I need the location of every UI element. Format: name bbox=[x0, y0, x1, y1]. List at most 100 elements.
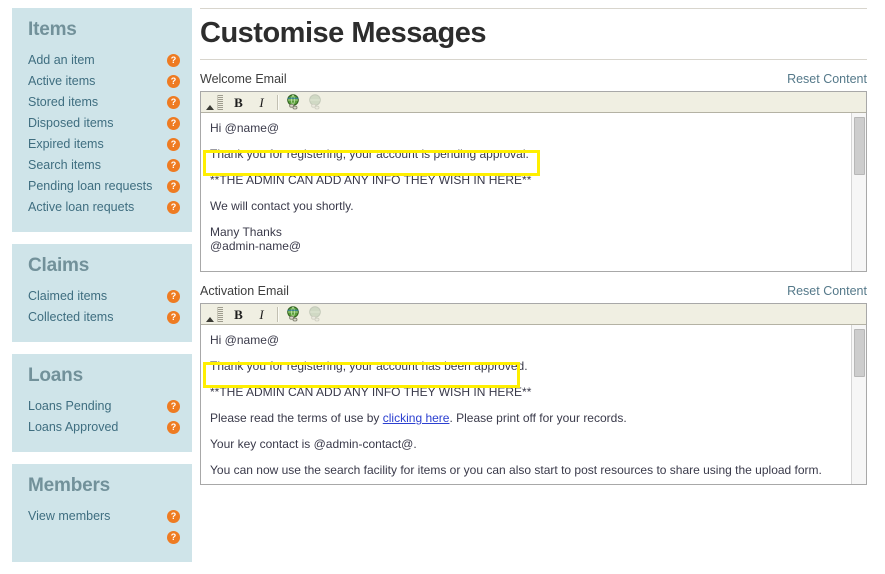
welcome-email-editor[interactable]: B I Hi @name@ Thank you for registering,… bbox=[200, 91, 867, 273]
toolbar-drag-grip[interactable] bbox=[217, 94, 223, 110]
message-line: You can now use the search facility for … bbox=[210, 463, 822, 478]
sidebar-section-title: Loans bbox=[28, 364, 83, 386]
unlink-icon bbox=[307, 305, 325, 323]
sidebar-item-claimed-items[interactable]: Claimed items ? bbox=[28, 286, 180, 307]
unlink-icon bbox=[307, 93, 325, 111]
scrollbar-thumb[interactable] bbox=[854, 329, 865, 378]
sidebar-section-loans: Loans Loans Pending ? Loans Approved ? bbox=[12, 353, 192, 452]
help-icon[interactable]: ? bbox=[167, 179, 180, 193]
help-icon[interactable]: ? bbox=[167, 310, 180, 324]
sidebar-item-loans-approved[interactable]: Loans Approved ? bbox=[28, 417, 180, 438]
sidebar-item-disposed-items[interactable]: Disposed items ? bbox=[28, 113, 180, 134]
sidebar-item-active-items[interactable]: Active items ? bbox=[28, 71, 180, 92]
activation-email-header: Activation Email Reset Content bbox=[200, 284, 867, 298]
help-icon[interactable]: ? bbox=[167, 95, 180, 109]
sidebar-item-truncated[interactable]: ? bbox=[28, 527, 180, 548]
italic-button[interactable]: I bbox=[252, 93, 271, 112]
help-icon[interactable]: ? bbox=[167, 399, 180, 413]
toolbar-separator bbox=[277, 94, 279, 110]
sidebar-section-title: Members bbox=[28, 474, 111, 496]
welcome-email-label: Welcome Email bbox=[200, 72, 287, 87]
sidebar-item-label: Loans Approved bbox=[28, 419, 119, 434]
help-icon[interactable]: ? bbox=[167, 116, 180, 130]
message-line: Hi @name@ bbox=[210, 333, 280, 348]
activation-email-editor[interactable]: B I Hi @name@ Thank you for registering,… bbox=[200, 303, 867, 486]
insert-link-icon[interactable] bbox=[285, 305, 303, 323]
activation-editor-toolbar: B I bbox=[201, 304, 866, 326]
welcome-email-body[interactable]: Hi @name@ Thank you for registering, you… bbox=[201, 113, 866, 272]
toolbar-drag-grip[interactable] bbox=[217, 306, 223, 322]
sidebar-item-label: View members bbox=[28, 508, 111, 523]
sidebar-item-label: Claimed items bbox=[28, 288, 108, 303]
italic-button[interactable]: I bbox=[252, 305, 271, 324]
page-title: Customise Messages bbox=[200, 17, 486, 49]
sidebar-item-label: Loans Pending bbox=[28, 398, 112, 413]
help-icon[interactable]: ? bbox=[167, 530, 180, 544]
sidebar-item-stored-items[interactable]: Stored items ? bbox=[28, 92, 180, 113]
scrollbar-thumb[interactable] bbox=[854, 117, 865, 176]
help-icon[interactable]: ? bbox=[167, 200, 180, 214]
sidebar-item-view-members[interactable]: View members ? bbox=[28, 506, 180, 527]
toolbar-separator bbox=[277, 306, 279, 322]
sidebar-item-pending-loan-requests[interactable]: Pending loan requests ? bbox=[28, 176, 180, 197]
divider-under-title bbox=[200, 59, 867, 61]
sidebar-item-label: Pending loan requests bbox=[28, 178, 153, 193]
sidebar-item-label: Add an item bbox=[28, 52, 95, 67]
divider-top bbox=[200, 8, 867, 9]
welcome-editor-toolbar: B I bbox=[201, 92, 866, 114]
message-line-highlighted: **THE ADMIN CAN ADD ANY INFO THEY WISH I… bbox=[210, 173, 532, 188]
sidebar-item-expired-items[interactable]: Expired items ? bbox=[28, 134, 180, 155]
sidebar-item-label: Active loan requets bbox=[28, 199, 135, 214]
sidebar-item-add-an-item[interactable]: Add an item ? bbox=[28, 50, 180, 71]
sidebar-item-collected-items[interactable]: Collected items ? bbox=[28, 307, 180, 328]
app-root: Items Add an item ? Active items ? Store… bbox=[0, 0, 885, 562]
welcome-email-header: Welcome Email Reset Content bbox=[200, 72, 867, 86]
message-line: We will contact you shortly. bbox=[210, 199, 354, 214]
activation-email-body[interactable]: Hi @name@ Thank you for registering, you… bbox=[201, 325, 866, 485]
activation-email-label: Activation Email bbox=[200, 284, 289, 299]
sidebar-item-label: Expired items bbox=[28, 136, 104, 151]
sidebar-item-label: Collected items bbox=[28, 309, 114, 324]
message-line-highlighted: **THE ADMIN CAN ADD ANY INFO THEY WISH I… bbox=[210, 385, 532, 400]
toolbar-collapse-icon[interactable] bbox=[205, 304, 215, 325]
help-icon[interactable]: ? bbox=[167, 53, 180, 67]
reset-content-activation-link[interactable]: Reset Content bbox=[787, 284, 867, 298]
activation-editor-scrollbar[interactable] bbox=[851, 325, 866, 485]
sidebar-section-title: Claims bbox=[28, 254, 90, 276]
sidebar-section-members: Members View members ? ? bbox=[12, 463, 192, 562]
reset-content-welcome-link[interactable]: Reset Content bbox=[787, 72, 867, 86]
message-line-terms: Please read the terms of use by clicking… bbox=[210, 411, 856, 425]
help-icon[interactable]: ? bbox=[167, 74, 180, 88]
message-line: Thank you for registering, your account … bbox=[210, 147, 529, 162]
insert-link-icon[interactable] bbox=[285, 93, 303, 111]
welcome-editor-scrollbar[interactable] bbox=[851, 113, 866, 272]
sidebar-item-loans-pending[interactable]: Loans Pending ? bbox=[28, 396, 180, 417]
sidebar-section-title: Items bbox=[28, 19, 77, 40]
terms-suffix: . Please print off for your records. bbox=[449, 411, 627, 426]
sidebar-item-label: Search items bbox=[28, 157, 101, 172]
message-line: Your key contact is @admin-contact@. bbox=[210, 437, 417, 452]
help-icon[interactable]: ? bbox=[167, 158, 180, 172]
message-line: Many Thanks bbox=[210, 225, 282, 240]
clicking-here-link[interactable]: clicking here bbox=[383, 411, 450, 425]
sidebar-item-label: Active items bbox=[28, 73, 96, 88]
help-icon[interactable]: ? bbox=[167, 289, 180, 303]
help-icon[interactable]: ? bbox=[167, 509, 180, 523]
sidebar-item-search-items[interactable]: Search items ? bbox=[28, 155, 180, 176]
sidebar-section-claims: Claims Claimed items ? Collected items ? bbox=[12, 243, 192, 342]
help-icon[interactable]: ? bbox=[167, 137, 180, 151]
message-line: @admin-name@ bbox=[210, 239, 302, 254]
main-content: Customise Messages Welcome Email Reset C… bbox=[192, 0, 885, 486]
bold-button[interactable]: B bbox=[229, 305, 248, 324]
terms-prefix: Please read the terms of use by bbox=[210, 411, 383, 426]
message-line: Hi @name@ bbox=[210, 121, 280, 136]
sidebar-item-label: Stored items bbox=[28, 94, 99, 109]
toolbar-collapse-icon[interactable] bbox=[205, 92, 215, 113]
message-line: Thank you for registering, your account … bbox=[210, 359, 528, 374]
sidebar: Items Add an item ? Active items ? Store… bbox=[0, 0, 192, 574]
sidebar-item-active-loan-requets[interactable]: Active loan requets ? bbox=[28, 197, 180, 218]
sidebar-section-items: Items Add an item ? Active items ? Store… bbox=[12, 8, 192, 232]
sidebar-item-label: Disposed items bbox=[28, 115, 114, 130]
bold-button[interactable]: B bbox=[229, 93, 248, 112]
help-icon[interactable]: ? bbox=[167, 420, 180, 434]
